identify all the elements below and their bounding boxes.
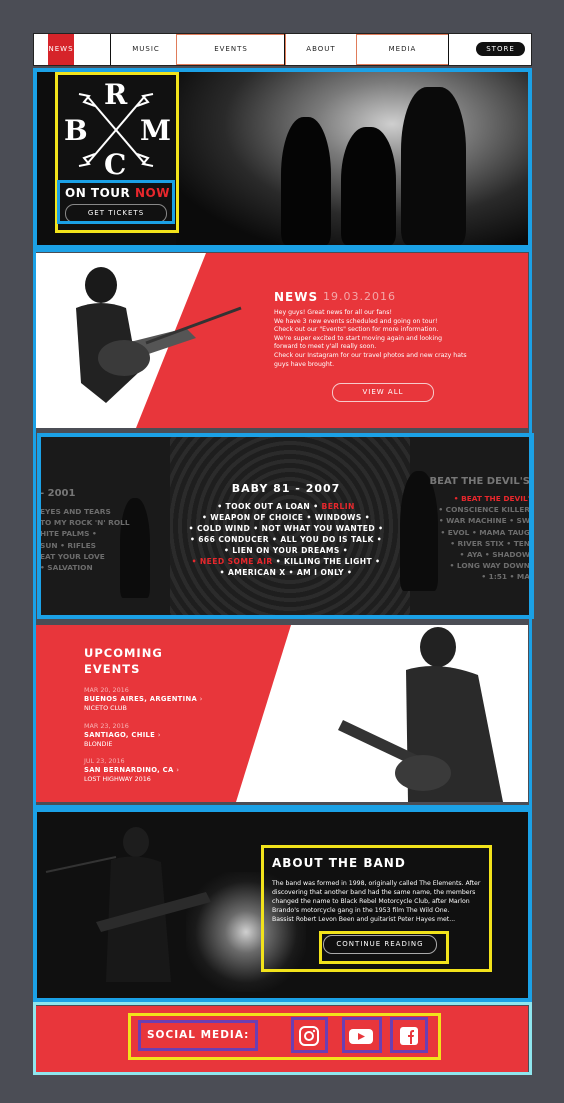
nav-divider [448,34,449,65]
nav-item-about[interactable]: ABOUT [286,34,356,65]
annotation-box [33,1002,532,1075]
nav-divider [284,34,285,65]
nav-item-media[interactable]: MEDIA [358,34,447,65]
annotation-box [33,68,532,249]
top-navigation: NEWS MUSIC EVENTS ABOUT MEDIA STORE [33,33,532,66]
nav-item-music[interactable]: MUSIC [111,34,181,65]
annotation-box [33,808,532,1002]
annotation-box [33,249,532,808]
nav-item-news[interactable]: NEWS [48,34,74,65]
store-button[interactable]: STORE [476,42,525,56]
nav-item-events[interactable]: EVENTS [179,34,283,65]
